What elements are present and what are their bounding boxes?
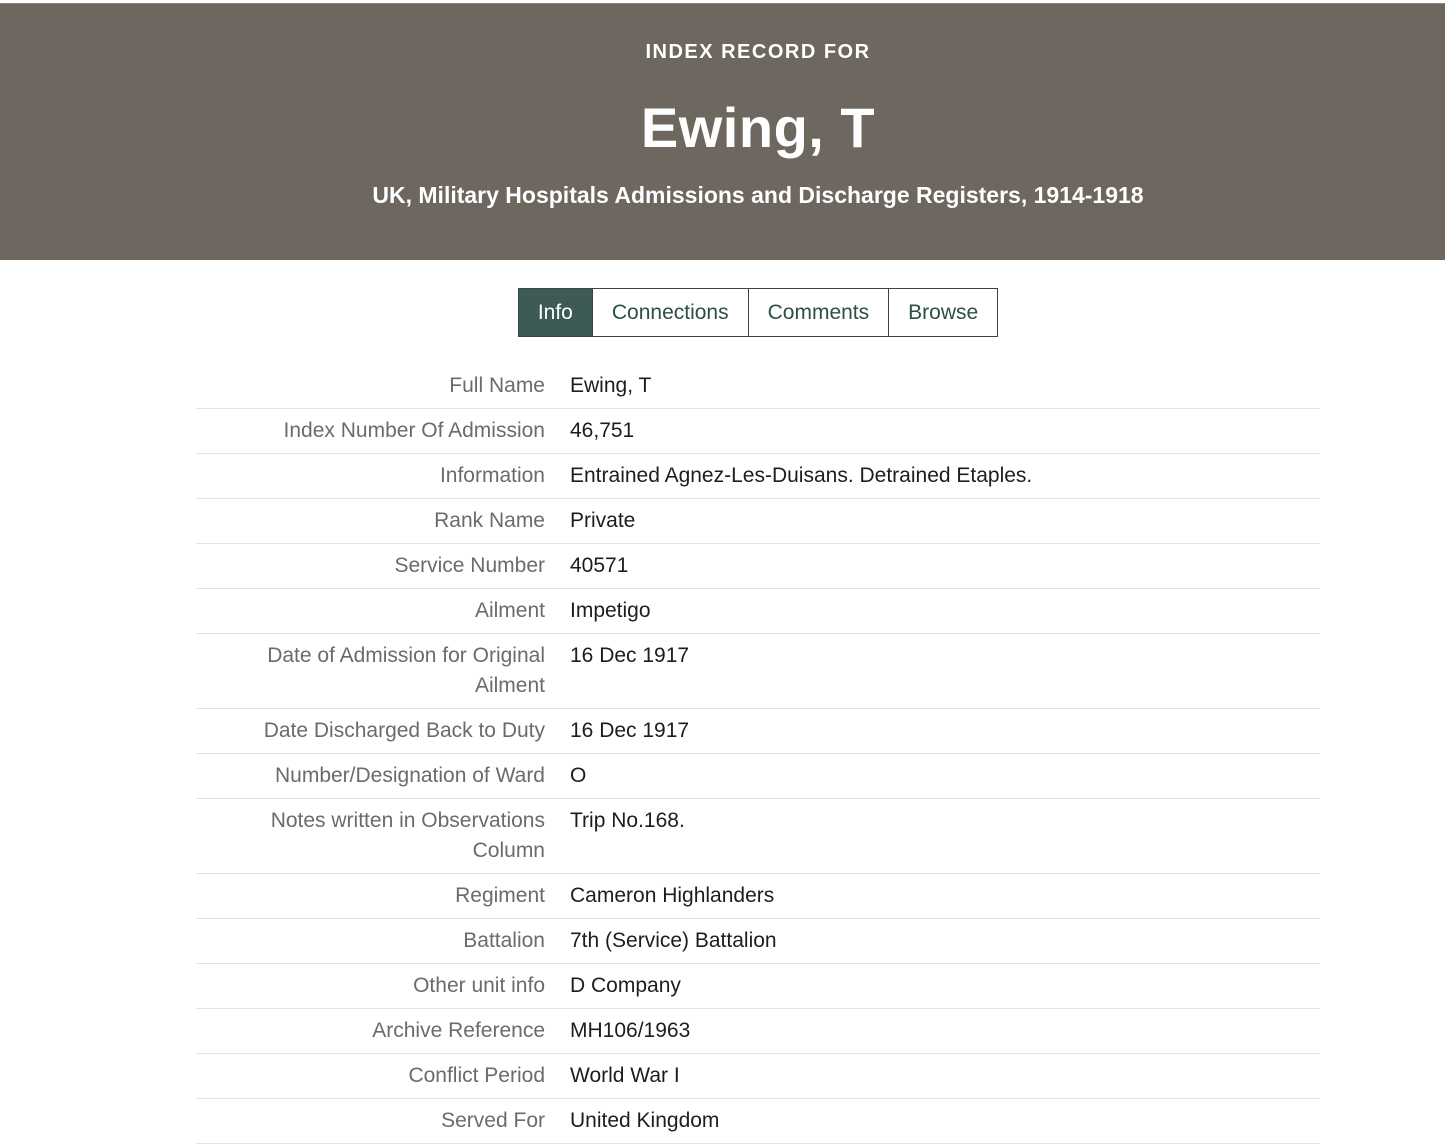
field-label: Battalion bbox=[196, 926, 545, 956]
record-row: Battalion 7th (Service) Battalion bbox=[196, 919, 1320, 964]
record-row: Regiment Cameron Highlanders bbox=[196, 874, 1320, 919]
record-row: Served For United Kingdom bbox=[196, 1099, 1320, 1144]
field-value: D Company bbox=[570, 971, 1320, 1001]
field-label: Information bbox=[196, 461, 545, 491]
tab-browse[interactable]: Browse bbox=[888, 289, 997, 336]
record-title: Ewing, T bbox=[196, 97, 1320, 159]
record-row: Date Discharged Back to Duty 16 Dec 1917 bbox=[196, 709, 1320, 754]
field-value: Ewing, T bbox=[570, 371, 1320, 401]
record-row: Number/Designation of Ward O bbox=[196, 754, 1320, 799]
field-label: Index Number Of Admission bbox=[196, 416, 545, 446]
field-value: MH106/1963 bbox=[570, 1016, 1320, 1046]
field-value: World War I bbox=[570, 1061, 1320, 1091]
field-value: 16 Dec 1917 bbox=[570, 716, 1320, 746]
field-label: Regiment bbox=[196, 881, 545, 911]
field-label: Notes written in Observations Column bbox=[196, 806, 545, 866]
tab-bar: InfoConnectionsCommentsBrowse bbox=[518, 288, 998, 337]
record-row: Other unit info D Company bbox=[196, 964, 1320, 1009]
collection-title: UK, Military Hospitals Admissions and Di… bbox=[196, 181, 1320, 209]
record-header: INDEX RECORD FOR Ewing, T UK, Military H… bbox=[0, 3, 1445, 260]
field-value: Private bbox=[570, 506, 1320, 536]
record-page: INDEX RECORD FOR Ewing, T UK, Military H… bbox=[0, 0, 1445, 1144]
tab-comments[interactable]: Comments bbox=[748, 289, 889, 336]
record-row: Date of Admission for Original Ailment 1… bbox=[196, 634, 1320, 709]
record-row: Conflict Period World War I bbox=[196, 1054, 1320, 1099]
field-value: Entrained Agnez-Les-Duisans. Detrained E… bbox=[570, 461, 1320, 491]
header-eyebrow: INDEX RECORD FOR bbox=[196, 40, 1320, 64]
field-label: Full Name bbox=[196, 371, 545, 401]
field-label: Date Discharged Back to Duty bbox=[196, 716, 545, 746]
field-value: 40571 bbox=[570, 551, 1320, 581]
tab-info[interactable]: Info bbox=[519, 289, 592, 336]
field-value: O bbox=[570, 761, 1320, 791]
field-label: Archive Reference bbox=[196, 1016, 545, 1046]
header-content: INDEX RECORD FOR Ewing, T UK, Military H… bbox=[196, 40, 1320, 209]
record-tabs: InfoConnectionsCommentsBrowse bbox=[196, 288, 1320, 337]
field-value: United Kingdom bbox=[570, 1106, 1320, 1136]
field-value: 7th (Service) Battalion bbox=[570, 926, 1320, 956]
record-row: Service Number 40571 bbox=[196, 544, 1320, 589]
record-row: Ailment Impetigo bbox=[196, 589, 1320, 634]
record-row: Information Entrained Agnez-Les-Duisans.… bbox=[196, 454, 1320, 499]
record-row: Notes written in Observations Column Tri… bbox=[196, 799, 1320, 874]
field-label: Conflict Period bbox=[196, 1061, 545, 1091]
field-label: Service Number bbox=[196, 551, 545, 581]
field-label: Date of Admission for Original Ailment bbox=[196, 641, 545, 701]
record-row: Index Number Of Admission 46,751 bbox=[196, 409, 1320, 454]
field-label: Served For bbox=[196, 1106, 545, 1136]
field-label: Ailment bbox=[196, 596, 545, 626]
field-value: Impetigo bbox=[570, 596, 1320, 626]
record-row: Archive Reference MH106/1963 bbox=[196, 1009, 1320, 1054]
field-value: Cameron Highlanders bbox=[570, 881, 1320, 911]
field-label: Number/Designation of Ward bbox=[196, 761, 545, 791]
tab-connections[interactable]: Connections bbox=[592, 289, 748, 336]
record-row: Rank Name Private bbox=[196, 499, 1320, 544]
field-label: Rank Name bbox=[196, 506, 545, 536]
field-label: Other unit info bbox=[196, 971, 545, 1001]
record-row: Full Name Ewing, T bbox=[196, 364, 1320, 409]
field-value: 16 Dec 1917 bbox=[570, 641, 1320, 671]
record-table: Full Name Ewing, T Index Number Of Admis… bbox=[196, 364, 1320, 1144]
field-value: Trip No.168. bbox=[570, 806, 1320, 836]
field-value: 46,751 bbox=[570, 416, 1320, 446]
